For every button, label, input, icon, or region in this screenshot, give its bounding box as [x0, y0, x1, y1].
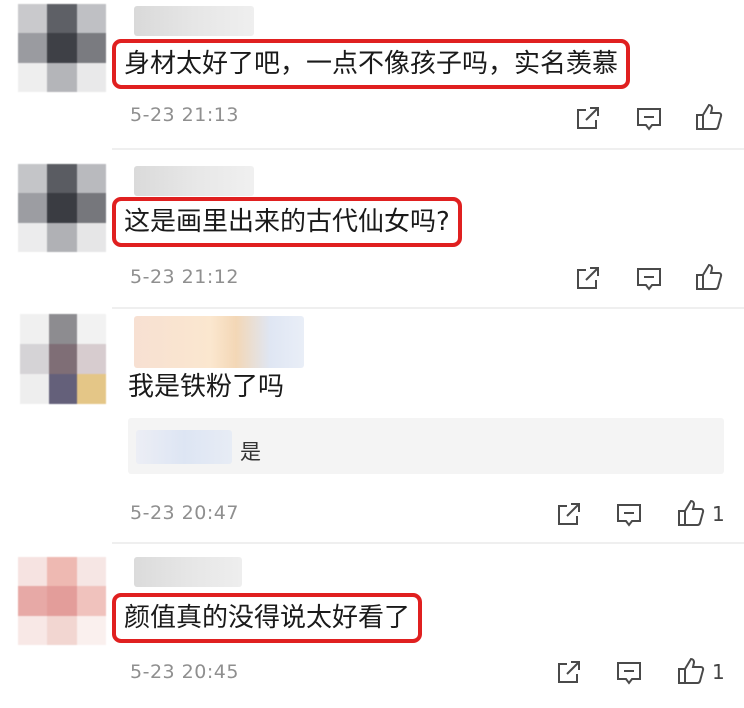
thumbs-up-icon[interactable] [676, 498, 706, 528]
comment-timestamp: 5-23 20:45 [130, 661, 239, 683]
username-blurred[interactable] [134, 316, 304, 368]
divider [112, 542, 744, 544]
comment-item: 这是画里出来的古代仙女吗? 5-23 21:12 [0, 150, 744, 310]
comment-timestamp: 5-23 21:12 [130, 266, 239, 288]
divider [112, 307, 744, 309]
reply-text: 是 [240, 440, 261, 464]
comment-text: 身材太好了吧，一点不像孩子吗，实名羡慕 [112, 39, 631, 89]
share-icon[interactable] [553, 500, 583, 530]
avatar[interactable] [18, 164, 106, 252]
username-blurred[interactable] [134, 6, 254, 36]
username-blurred[interactable] [134, 557, 242, 587]
username-blurred[interactable] [134, 166, 254, 196]
comment-icon[interactable] [634, 104, 664, 134]
avatar[interactable] [20, 314, 106, 404]
thumbs-up-icon[interactable] [694, 102, 724, 132]
avatar[interactable] [18, 557, 106, 645]
comment-text: 这是画里出来的古代仙女吗? [112, 197, 462, 247]
comment-text: 我是铁粉了吗 [128, 372, 285, 402]
share-icon[interactable] [572, 104, 602, 134]
thumbs-up-icon[interactable] [694, 262, 724, 292]
comment-icon[interactable] [614, 658, 644, 688]
comment-icon[interactable] [634, 264, 664, 294]
comment-item: 身材太好了吧，一点不像孩子吗，实名羡慕 5-23 21:13 [0, 0, 744, 150]
comment-timestamp: 5-23 20:47 [130, 502, 239, 524]
like-count: 1 [712, 502, 725, 526]
comment-text: 颜值真的没得说太好看了 [112, 593, 423, 643]
reply-username-blurred[interactable] [136, 430, 232, 464]
share-icon[interactable] [572, 264, 602, 294]
comment-icon[interactable] [614, 500, 644, 530]
thumbs-up-icon[interactable] [676, 656, 706, 686]
comment-item: 颜值真的没得说太好看了 5-23 20:45 1 [0, 545, 744, 708]
share-icon[interactable] [553, 658, 583, 688]
like-count: 1 [712, 660, 725, 684]
comment-item: 我是铁粉了吗 是 5-23 20:47 1 [0, 310, 744, 545]
avatar[interactable] [18, 4, 106, 92]
comment-timestamp: 5-23 21:13 [130, 104, 239, 126]
